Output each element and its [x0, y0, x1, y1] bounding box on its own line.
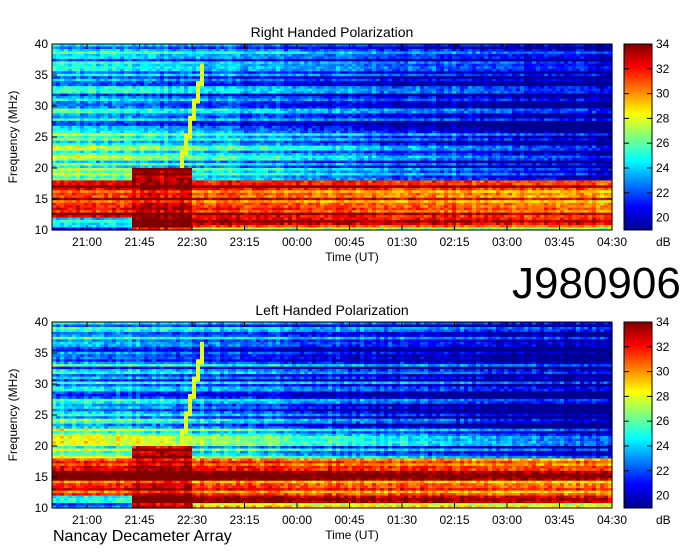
spectrogram-image — [52, 44, 613, 231]
right-polarization-panel: Right Handed Polarization21:00 21:45 22:30… — [6, 24, 671, 264]
panel-title: Right Handed Polarization — [251, 24, 414, 40]
